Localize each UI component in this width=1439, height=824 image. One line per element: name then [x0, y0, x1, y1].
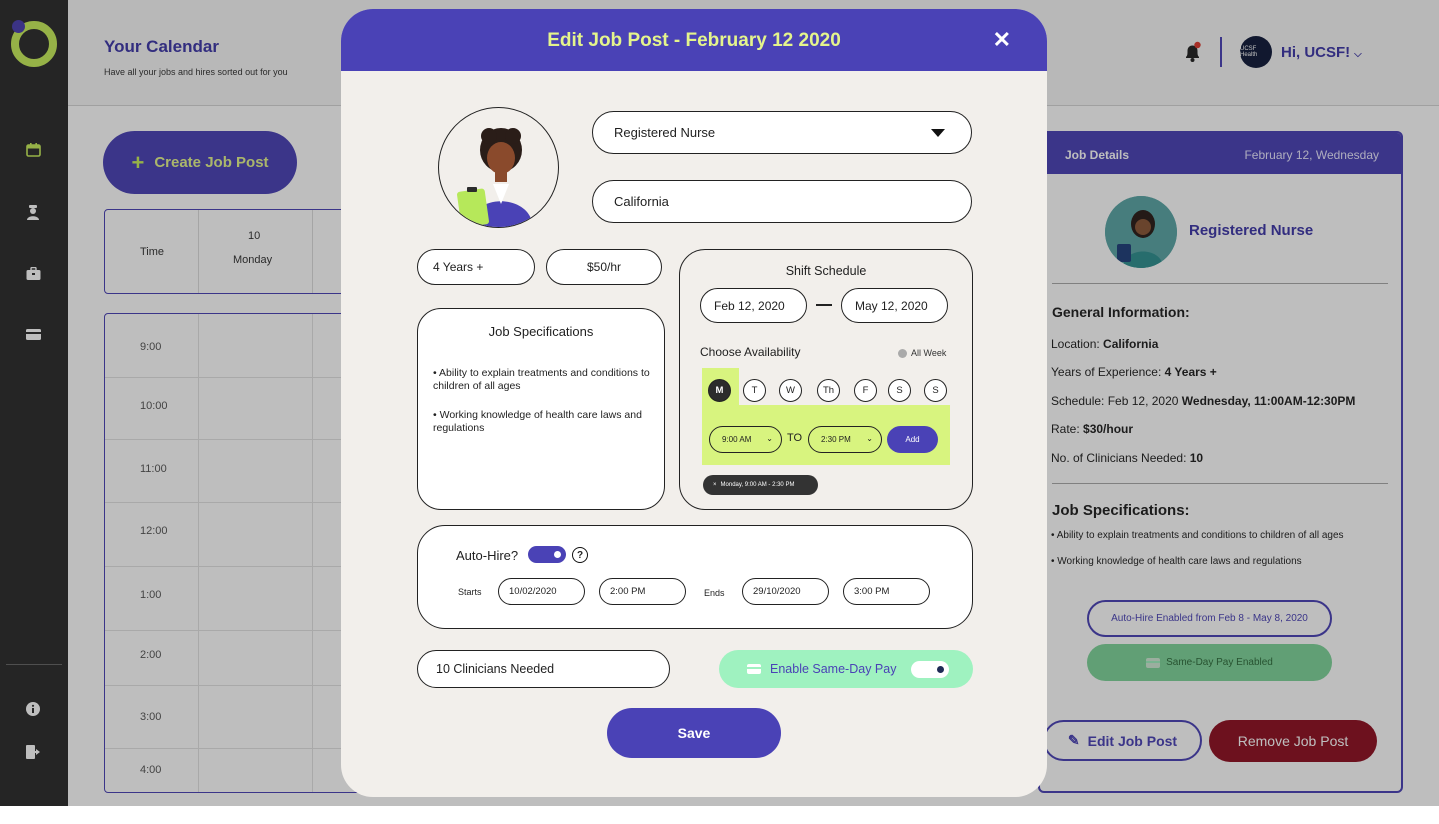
day-thursday[interactable]: Th: [817, 379, 840, 402]
auto-hire-box: Auto-Hire? ? Starts 10/02/2020 2:00 PM E…: [417, 525, 973, 629]
shift-schedule-box: Shift Schedule Feb 12, 2020 May 12, 2020…: [679, 249, 973, 510]
auto-hire-toggle[interactable]: [528, 546, 566, 563]
starts-label: Starts: [458, 587, 482, 597]
chevron-down-icon: ⌄: [766, 434, 773, 443]
shift-schedule-title: Shift Schedule: [785, 264, 867, 278]
end-date-input[interactable]: May 12, 2020: [841, 288, 948, 323]
radio-icon: [898, 348, 907, 358]
day-saturday[interactable]: S: [888, 379, 911, 402]
spec-item: • Working knowledge of health care laws …: [433, 409, 642, 434]
auto-hire-end-time[interactable]: 3:00 PM: [843, 578, 930, 605]
day-sunday[interactable]: S: [924, 379, 947, 402]
start-date-input[interactable]: Feb 12, 2020: [700, 288, 807, 323]
same-day-pay-toggle[interactable]: [911, 660, 950, 678]
auto-hire-label: Auto-Hire?: [456, 548, 519, 563]
from-time-value: 9:00 AM: [722, 435, 752, 444]
spec-item: • Ability to explain treatments and cond…: [433, 367, 650, 392]
experience-input[interactable]: 4 Years +: [417, 249, 535, 285]
date-range-dash: [816, 304, 832, 306]
availability-chip: × Monday, 9:00 AM - 2:30 PM: [703, 475, 818, 495]
auto-hire-start-time[interactable]: 2:00 PM: [599, 578, 686, 605]
rate-input[interactable]: $50/hr: [546, 249, 662, 285]
modal-title: Edit Job Post - February 12 2020: [547, 30, 841, 51]
from-time-select[interactable]: 9:00 AM ⌄: [709, 426, 782, 453]
job-specifications-title: Job Specifications: [488, 324, 594, 339]
day-tuesday[interactable]: T: [743, 379, 766, 402]
add-time-button[interactable]: Add: [887, 426, 938, 453]
toggle-knob: [934, 662, 948, 676]
all-week-toggle[interactable]: All Week: [898, 348, 946, 358]
chevron-down-icon: ⌄: [866, 434, 873, 443]
save-button[interactable]: Save: [607, 708, 781, 758]
job-specifications-box[interactable]: Job Specifications • Ability to explain …: [417, 308, 665, 510]
remove-chip-icon[interactable]: ×: [713, 482, 717, 488]
help-icon[interactable]: ?: [572, 547, 588, 563]
edit-job-post-modal: Edit Job Post - February 12 2020 ✕ Regis…: [341, 9, 1047, 797]
location-input[interactable]: California: [592, 180, 972, 223]
same-day-pay-bar: Enable Same-Day Pay: [719, 650, 973, 688]
same-day-pay-label: Enable Same-Day Pay: [770, 662, 897, 676]
to-label: TO: [787, 432, 803, 444]
day-wednesday[interactable]: W: [779, 379, 802, 402]
clinicians-needed-input[interactable]: 10 Clinicians Needed: [417, 650, 670, 688]
role-select-value: Registered Nurse: [614, 125, 716, 140]
auto-hire-end-date[interactable]: 29/10/2020: [742, 578, 829, 605]
all-week-label: All Week: [911, 348, 947, 358]
toggle-knob: [551, 548, 564, 561]
day-monday[interactable]: M: [708, 379, 731, 402]
modal-header: Edit Job Post - February 12 2020 ✕: [341, 9, 1047, 71]
availability-label: Choose Availability: [700, 345, 801, 359]
to-time-value: 2:30 PM: [821, 435, 851, 444]
to-time-select[interactable]: 2:30 PM ⌄: [808, 426, 882, 453]
nurse-avatar-icon[interactable]: [438, 107, 559, 228]
caret-down-icon: [931, 129, 945, 137]
bottom-strip: [0, 806, 1439, 824]
ends-label: Ends: [704, 588, 725, 598]
credit-card-icon: [747, 664, 761, 674]
role-select[interactable]: Registered Nurse: [592, 111, 972, 154]
auto-hire-start-date[interactable]: 10/02/2020: [498, 578, 585, 605]
close-icon[interactable]: ✕: [993, 27, 1011, 53]
availability-chip-label: Monday, 9:00 AM - 2:30 PM: [720, 482, 795, 488]
day-friday[interactable]: F: [854, 379, 877, 402]
